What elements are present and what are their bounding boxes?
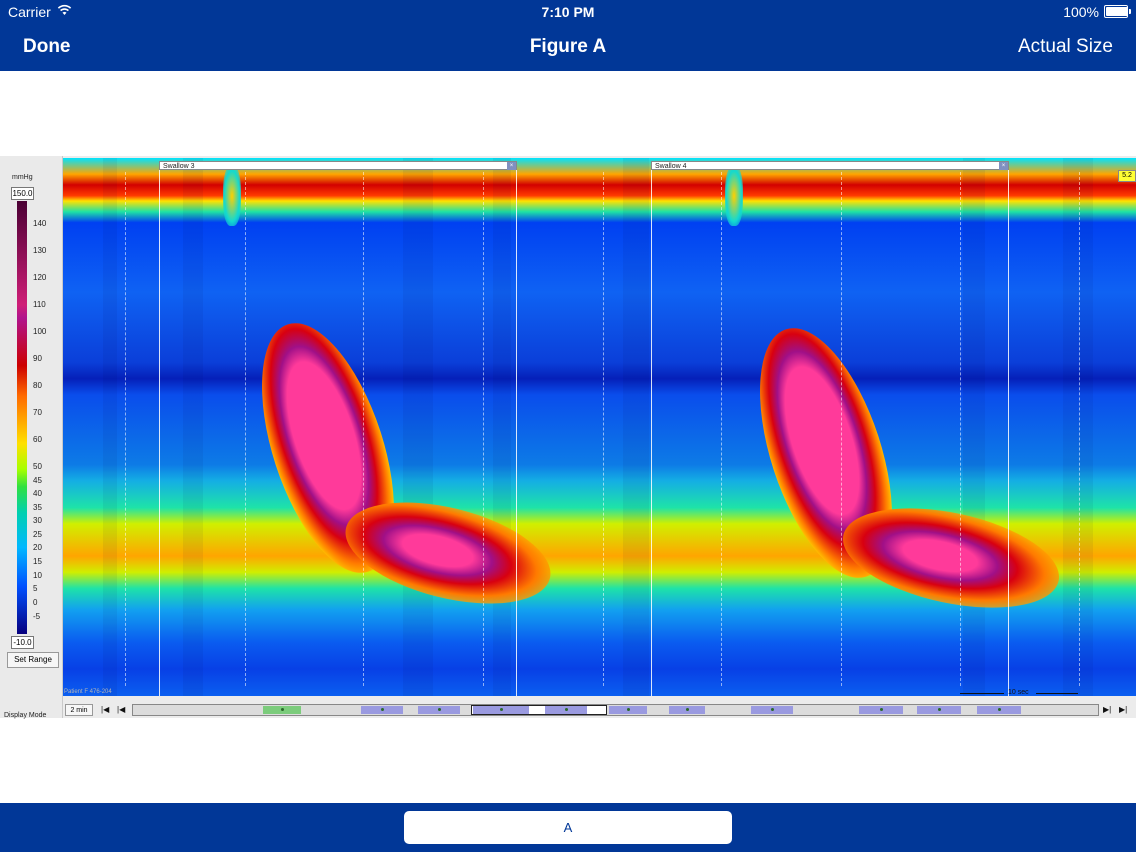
time-scale-bar: 10 sec <box>960 689 1078 697</box>
legend-tick: 70 <box>33 408 42 417</box>
time-scale-line <box>1036 693 1078 694</box>
segment-marker <box>500 708 503 711</box>
actual-size-button[interactable]: Actual Size <box>1018 36 1113 58</box>
bottom-bar: A <box>0 803 1136 852</box>
timeline-segment[interactable] <box>917 706 961 714</box>
segment-marker <box>998 708 1001 711</box>
time-scale-line <box>960 693 1004 694</box>
swallow-4-region[interactable] <box>651 170 1009 696</box>
legend-tick: 40 <box>33 489 42 498</box>
time-scale-label: 10 sec <box>1008 689 1029 696</box>
figure-tab-a[interactable]: A <box>404 811 732 844</box>
time-gridline <box>603 172 604 686</box>
manometry-figure[interactable]: mmHg 150.0 140 130 120 110 100 90 80 70 60 50 45 40… <box>0 156 1136 719</box>
time-gridline <box>1079 172 1080 686</box>
clock: 7:10 PM <box>541 4 595 20</box>
legend-max-value[interactable]: 150.0 <box>11 187 34 200</box>
timeline-segment[interactable] <box>859 706 903 714</box>
legend-tick: 20 <box>33 543 42 552</box>
legend-tick: 60 <box>33 435 42 444</box>
timeline-segment[interactable] <box>361 706 403 714</box>
legend-tick: 25 <box>33 530 42 539</box>
set-range-button[interactable]: Set Range <box>7 652 59 668</box>
plot-streak <box>1063 158 1093 696</box>
patient-id: Patient F 476-204 <box>64 689 112 695</box>
plot-streak <box>103 158 117 696</box>
close-icon[interactable]: × <box>507 162 516 170</box>
battery-level <box>1106 7 1128 16</box>
swallow-3-label[interactable]: Swallow 3 × <box>159 161 517 170</box>
legend-tick: 100 <box>33 327 47 336</box>
segment-marker <box>438 708 441 711</box>
step-forward-icon[interactable]: ▶| <box>1103 704 1111 716</box>
legend-tick: 80 <box>33 381 42 390</box>
segment-marker <box>771 708 774 711</box>
segment-marker <box>880 708 883 711</box>
step-back-icon[interactable]: |◀ <box>117 704 125 716</box>
skip-end-icon[interactable]: ▶| <box>1119 704 1127 716</box>
legend-tick: 130 <box>33 246 47 255</box>
interval-button[interactable]: 2 min <box>65 704 93 716</box>
swallow-4-label[interactable]: Swallow 4 × <box>651 161 1009 170</box>
plot-streak <box>623 158 649 696</box>
legend-tick: 0 <box>33 598 38 607</box>
segment-marker <box>565 708 568 711</box>
legend-tick: 45 <box>33 476 42 485</box>
display-mode-label: Display Mode <box>4 712 47 719</box>
timeline-scrubber[interactable] <box>132 704 1099 716</box>
timeline-segment[interactable] <box>609 706 647 714</box>
timeline-segment[interactable] <box>418 706 460 714</box>
legend-tick: 110 <box>33 300 46 309</box>
legend-tick: 35 <box>33 503 42 512</box>
timeline-segment[interactable] <box>751 706 793 714</box>
timeline-segment[interactable] <box>977 706 1021 714</box>
skip-start-icon[interactable]: |◀ <box>101 704 109 716</box>
legend-tick: 90 <box>33 354 42 363</box>
timeline-segment[interactable] <box>545 706 587 714</box>
playback-controls: 2 min |◀ |◀ ▶| ▶| <box>63 702 1136 718</box>
pressure-topography-plot: Swallow 3 × Swallow 4 × 5.2 <box>63 158 1136 696</box>
battery-icon <box>1104 5 1131 18</box>
legend-tick: -5 <box>33 612 41 621</box>
legend-tick: 15 <box>33 557 42 566</box>
segment-marker <box>281 708 284 711</box>
top-bar: Carrier 7:10 PM 100% Done Figure A Actua… <box>0 0 1136 71</box>
legend-min-value[interactable]: -10.0 <box>11 636 34 649</box>
segment-marker <box>938 708 941 711</box>
segment-marker <box>627 708 630 711</box>
color-scale-bar <box>17 201 27 634</box>
legend-tick: 10 <box>33 571 42 580</box>
swallow-3-text: Swallow 3 <box>163 163 195 170</box>
segment-marker <box>686 708 689 711</box>
timeline-segment[interactable] <box>669 706 705 714</box>
close-icon[interactable]: × <box>999 162 1008 170</box>
legend-tick: 30 <box>33 516 42 525</box>
timeline-segment[interactable] <box>473 706 529 714</box>
page-title: Figure A <box>529 36 607 57</box>
scale-tag: 5.2 <box>1118 170 1136 182</box>
swallow-3-region[interactable] <box>159 170 517 696</box>
legend-tick: 50 <box>33 462 42 471</box>
timeline-segment[interactable] <box>263 706 301 714</box>
swallow-4-text: Swallow 4 <box>655 163 687 170</box>
legend-tick: 140 <box>33 219 47 228</box>
legend-tick: 5 <box>33 584 38 593</box>
pressure-legend: mmHg 150.0 140 130 120 110 100 90 80 70 60 50 45 40… <box>0 156 63 719</box>
time-gridline <box>125 172 126 686</box>
legend-unit: mmHg <box>12 174 33 181</box>
legend-tick: 120 <box>33 273 47 282</box>
segment-marker <box>381 708 384 711</box>
status-bar: Carrier 7:10 PM 100% <box>0 0 1136 24</box>
battery-percent: 100% <box>1063 4 1099 20</box>
